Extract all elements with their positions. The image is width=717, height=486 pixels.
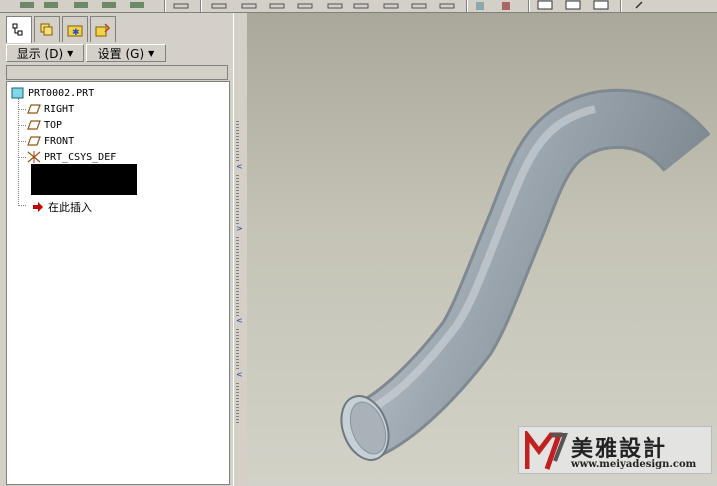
datum-icon[interactable] (268, 0, 288, 10)
view-icon[interactable] (100, 0, 120, 10)
splitter-grip (236, 329, 239, 369)
model-tree-icon (12, 23, 23, 36)
datum-icon[interactable] (172, 0, 192, 10)
collapse-left-icon[interactable]: < (236, 317, 243, 325)
connections-icon (95, 22, 111, 36)
datum-icon[interactable] (296, 0, 316, 10)
window-icon[interactable] (592, 0, 612, 10)
tree-connector (18, 141, 26, 142)
datum-icon[interactable] (326, 0, 346, 10)
toolbar-separator (164, 0, 166, 12)
tree-connector (18, 98, 19, 206)
graphics-viewport[interactable]: 美雅設計 www.meiyadesign.com (247, 13, 717, 486)
folder-browser-tab[interactable] (34, 16, 60, 42)
watermark-url: www.meiyadesign.com (571, 459, 697, 470)
toolbar-separator (528, 0, 530, 12)
coordinate-system-icon (27, 151, 41, 163)
favorites-tab[interactable]: ✱ (62, 16, 88, 42)
main-toolbar (0, 0, 717, 13)
tree-item-label: TOP (44, 119, 63, 131)
tree-item-label: RIGHT (44, 103, 75, 115)
datum-plane-icon (27, 104, 41, 114)
collapse-left-icon[interactable]: < (236, 371, 243, 379)
datum-icon[interactable] (240, 0, 260, 10)
toolbar-separator (620, 0, 622, 12)
splitter-grip (236, 175, 239, 225)
tree-item-top[interactable]: TOP (27, 119, 62, 131)
tree-filter-bar[interactable] (6, 65, 228, 80)
tree-menu-row: 显示 (D) ▼ 设置 (G) ▼ (6, 43, 228, 63)
tree-root-part[interactable]: PRT0002.PRT (11, 87, 94, 99)
toolbar-separator (200, 0, 202, 12)
show-menu-label: 显示 (D) (16, 46, 64, 61)
model-tree-tab[interactable] (6, 16, 32, 43)
pipe-model[interactable] (247, 13, 717, 486)
favorites-folder-icon: ✱ (67, 25, 83, 38)
layer-icon[interactable] (472, 0, 492, 10)
svg-text:✱: ✱ (72, 28, 80, 38)
tree-item-label: PRT_CSYS_DEF (44, 151, 117, 163)
view-icon[interactable] (72, 0, 92, 10)
tree-item-front[interactable]: FRONT (27, 135, 74, 147)
dropdown-arrow-icon: ▼ (148, 48, 155, 58)
navigator-panel: ✱ 显示 (D) ▼ 设置 (G) ▼ PRT0002.PRT RIGHT TO… (0, 13, 233, 486)
settings-menu-label: 设置 (G) (97, 46, 145, 61)
tree-connector (18, 205, 26, 206)
datum-icon[interactable] (438, 0, 458, 10)
tree-item-right[interactable]: RIGHT (27, 103, 74, 115)
view-icon[interactable] (18, 0, 38, 10)
connections-tab[interactable] (90, 16, 116, 42)
meiya-logo-icon (525, 431, 568, 470)
insert-arrow-icon (33, 202, 43, 212)
insert-here-label: 在此插入 (48, 201, 92, 214)
show-menu-button[interactable]: 显示 (D) ▼ (6, 44, 84, 62)
insert-here-item[interactable]: 在此插入 (31, 199, 92, 215)
expand-right-icon[interactable]: > (236, 225, 243, 233)
datum-plane-icon (27, 120, 41, 130)
redacted-feature-block (31, 164, 137, 195)
toolbar-separator (466, 0, 468, 12)
help-icon[interactable] (632, 0, 652, 10)
tree-root-label: PRT0002.PRT (28, 87, 95, 99)
collapse-left-icon[interactable]: < (236, 163, 243, 171)
tree-connector (18, 109, 26, 110)
tool-icon[interactable] (498, 0, 518, 10)
view-icon[interactable] (42, 0, 62, 10)
layers-icon (40, 23, 53, 35)
panel-splitter[interactable]: < > < < (233, 13, 247, 486)
splitter-grip (236, 383, 239, 423)
tree-item-csys[interactable]: PRT_CSYS_DEF (27, 151, 116, 163)
datum-icon[interactable] (210, 0, 230, 10)
splitter-grip (236, 237, 239, 317)
watermark-logo: 美雅設計 www.meiyadesign.com (518, 426, 712, 474)
zoom-icon[interactable] (128, 0, 148, 10)
tree-item-label: FRONT (44, 135, 75, 147)
model-tree: PRT0002.PRT RIGHT TOP FRONT PRT_CSYS_DEF… (6, 81, 230, 485)
datum-icon[interactable] (352, 0, 372, 10)
datum-plane-icon (27, 136, 41, 146)
splitter-grip (236, 121, 239, 161)
window-icon[interactable] (564, 0, 584, 10)
tree-connector (18, 157, 26, 158)
datum-icon[interactable] (410, 0, 430, 10)
tree-connector (18, 125, 26, 126)
datum-icon[interactable] (382, 0, 402, 10)
window-icon[interactable] (536, 0, 556, 10)
dropdown-arrow-icon: ▼ (67, 48, 74, 58)
part-icon (11, 87, 24, 99)
settings-menu-button[interactable]: 设置 (G) ▼ (86, 44, 166, 62)
